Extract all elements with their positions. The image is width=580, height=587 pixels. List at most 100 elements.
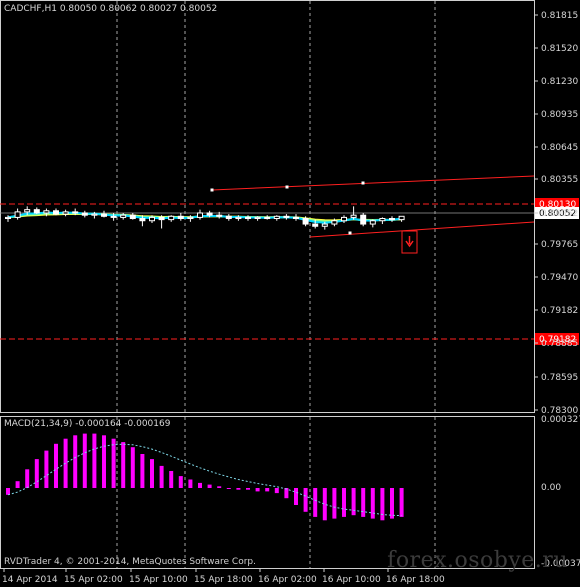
- candle-body: [101, 213, 107, 217]
- macd-bar: [92, 433, 97, 488]
- channel-anchor: [361, 181, 365, 185]
- time-label: 14 Apr 2014: [2, 575, 58, 585]
- macd-axis-label: 0.000327: [541, 415, 580, 425]
- price-label: 0.81520: [541, 44, 578, 54]
- macd-bar: [390, 488, 394, 519]
- symbol-info: CADCHF,H1 0.80050 0.80062 0.80027 0.8005…: [4, 4, 218, 14]
- macd-bar: [370, 488, 375, 519]
- candle-body: [110, 215, 117, 218]
- trend-channel[interactable]: [210, 175, 535, 238]
- channel-upper: [211, 175, 535, 191]
- candle-body: [197, 212, 203, 218]
- macd-bar: [380, 488, 385, 521]
- price-axis: 0.81815 0.81520 0.81230 0.80935 0.80645 0.803…: [534, 11, 580, 569]
- macd-bar: [303, 488, 308, 512]
- macd-bar: [284, 488, 289, 499]
- candle-body: [62, 211, 69, 215]
- candle-body: [53, 210, 59, 215]
- macd-bar: [255, 488, 260, 492]
- candle-body: [369, 220, 376, 225]
- candle-body: [341, 216, 347, 222]
- candle-body: [350, 214, 357, 218]
- macd-bar: [188, 479, 193, 488]
- macd-bar: [150, 459, 154, 488]
- macd-bar: [73, 435, 78, 488]
- grid-lines: [0, 1, 534, 568]
- candle-body: [360, 214, 367, 225]
- candle-body: [81, 212, 88, 216]
- price-label: 0.80355: [541, 175, 578, 185]
- macd-bar: [178, 476, 183, 488]
- candle-body: [24, 209, 31, 213]
- time-axis: 14 Apr 2014 15 Apr 02:00 15 Apr 10:00 15 Ap…: [2, 568, 445, 585]
- time-label: 15 Apr 02:00: [64, 575, 123, 585]
- macd-bar: [236, 488, 241, 490]
- candle-body: [264, 216, 271, 220]
- candle-body: [302, 218, 309, 225]
- macd-bar: [313, 488, 318, 517]
- macd-bar: [351, 488, 356, 516]
- candle-body: [33, 209, 40, 214]
- macd-bar: [399, 488, 404, 517]
- macd-bar: [226, 488, 231, 489]
- macd-bar: [121, 442, 126, 488]
- candle-body: [149, 216, 155, 222]
- channel-lower: [309, 221, 535, 238]
- candle-body: [254, 216, 261, 220]
- candle-body: [245, 216, 251, 220]
- price-label: 0.81230: [541, 77, 578, 87]
- price-label: 0.80935: [541, 110, 578, 120]
- macd-bar: [207, 484, 212, 488]
- candle-body: [216, 214, 223, 217]
- macd-bar: [332, 488, 337, 519]
- macd-bar: [217, 486, 222, 488]
- candle-body: [129, 214, 136, 220]
- macd-bar: [342, 488, 346, 517]
- time-label: 15 Apr 10:00: [129, 575, 188, 585]
- macd-bar: [6, 488, 10, 495]
- candle-body: [283, 215, 290, 218]
- candle-body: [389, 218, 395, 221]
- macd-bar: [274, 488, 279, 494]
- time-label: 16 Apr 18:00: [386, 575, 445, 585]
- macd-bar: [44, 450, 49, 488]
- channel-anchor: [285, 185, 289, 189]
- macd-panel[interactable]: [0, 416, 535, 569]
- macd-bar: [102, 435, 106, 488]
- macd-bar: [54, 443, 58, 488]
- price-label: 0.79765: [541, 240, 578, 250]
- candle-body: [139, 218, 146, 222]
- candle-body: [120, 214, 127, 218]
- channel-anchor: [348, 231, 352, 235]
- macd-indicator: [6, 433, 404, 521]
- price-label: 0.80052: [541, 209, 578, 219]
- price-label: 0.78595: [541, 373, 578, 383]
- macd-bar: [265, 488, 270, 492]
- macd-bar: [159, 465, 164, 488]
- candle-body: [225, 215, 232, 220]
- time-label: 16 Apr 02:00: [258, 575, 317, 585]
- macd-bar: [140, 454, 145, 488]
- sell-arrow-icon[interactable]: [401, 230, 418, 254]
- candle-body: [91, 213, 98, 216]
- macd-bar: [34, 459, 39, 488]
- watermark: forex.osobye.ru: [387, 548, 568, 573]
- chart-window[interactable]: 0.80130 0.80052 0.79182 0.81815 0.81520 0.81…: [0, 0, 580, 587]
- macd-bar: [82, 433, 87, 488]
- candle-body: [312, 223, 319, 227]
- copyright-text: RVDTrader 4, © 2001-2014, MetaQuotes Sof…: [4, 557, 256, 567]
- macd-bar: [15, 481, 20, 488]
- channel-anchor: [210, 188, 214, 192]
- price-label: 0.79182: [541, 306, 578, 316]
- chart-canvas[interactable]: 0.801300.800520.79182 0.818150.815200.81…: [0, 0, 580, 587]
- price-label: 0.80645: [541, 143, 578, 153]
- candle-body: [5, 216, 11, 220]
- candle-body: [331, 220, 338, 225]
- candle-body: [168, 215, 175, 221]
- price-label: 0.81815: [541, 11, 578, 21]
- price-panel[interactable]: [0, 0, 535, 413]
- candle-body: [187, 216, 194, 220]
- macd-bar: [361, 488, 366, 517]
- candle-body: [235, 216, 242, 220]
- candle-body: [43, 210, 50, 214]
